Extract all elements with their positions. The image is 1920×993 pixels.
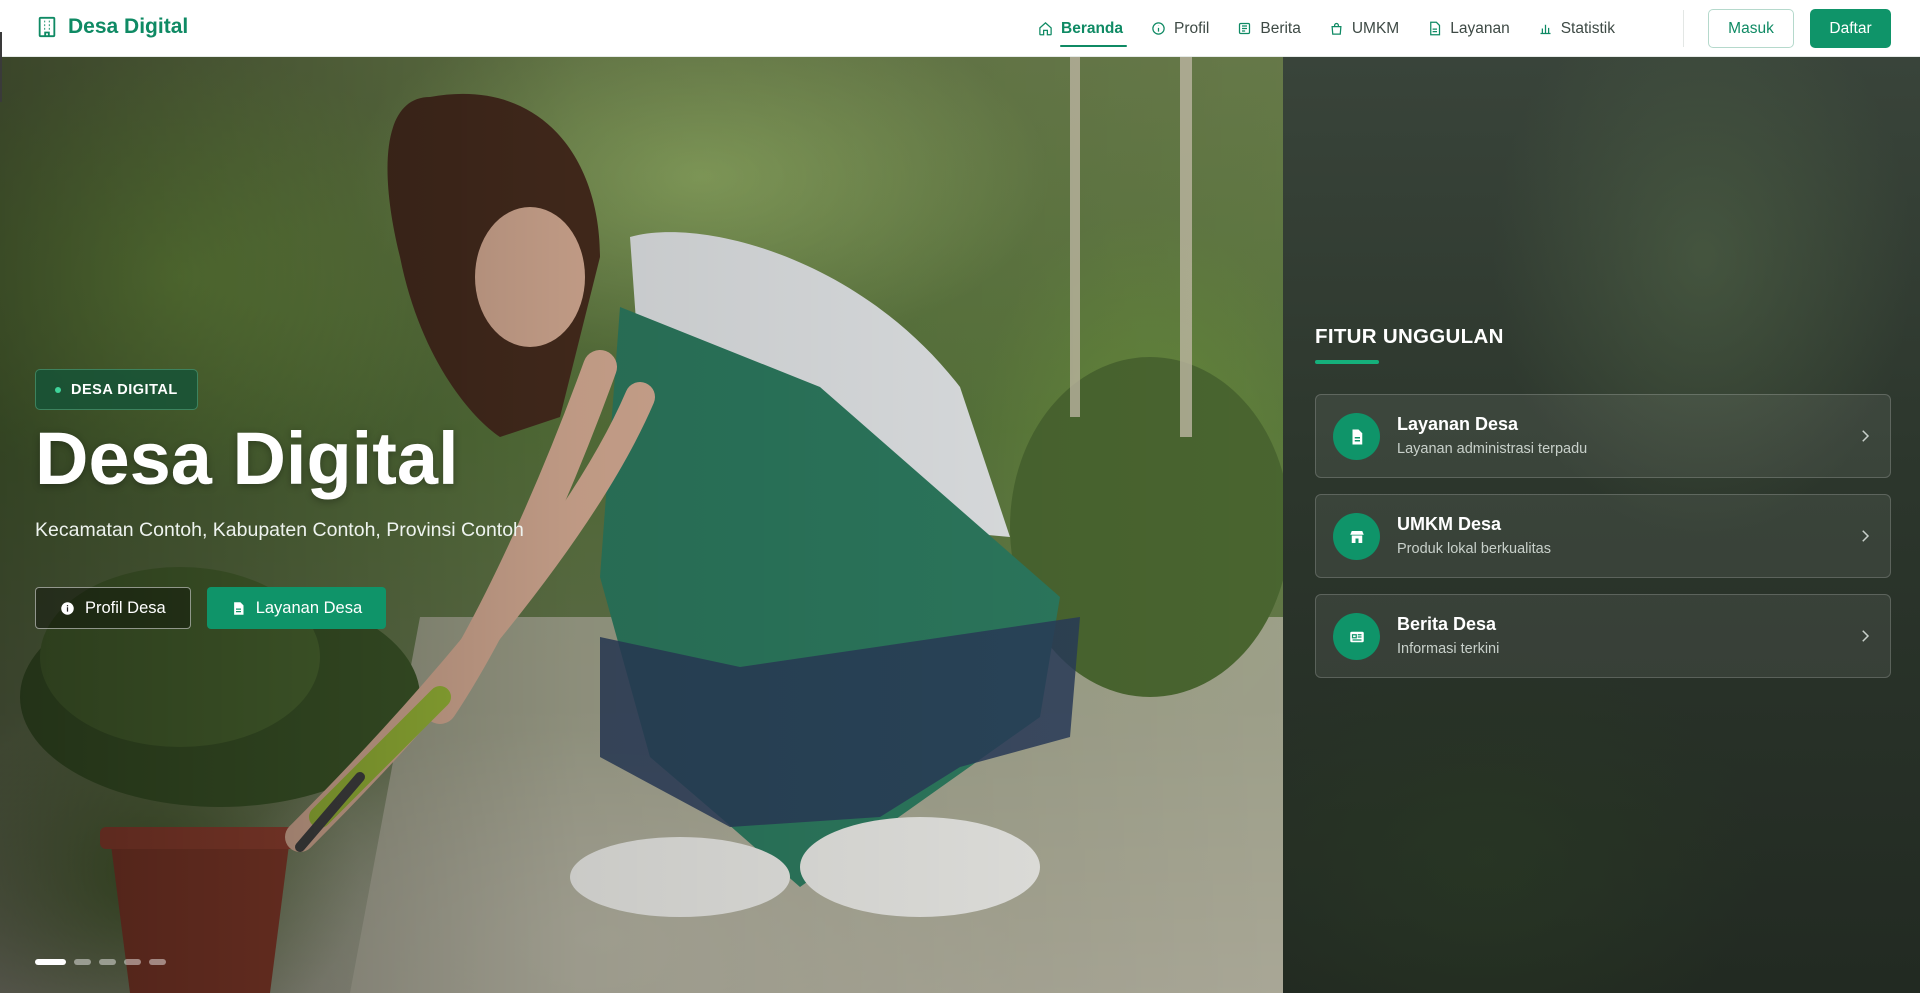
- profile-button[interactable]: Profil Desa: [35, 587, 191, 630]
- feature-description: Informasi terkini: [1397, 641, 1500, 657]
- nav-item-label: Berita: [1260, 19, 1301, 37]
- slider-dot[interactable]: [124, 959, 141, 965]
- nav-divider: [1683, 10, 1684, 47]
- nav-item-statistik[interactable]: Statistik: [1538, 0, 1615, 57]
- profile-button-label: Profil Desa: [85, 598, 166, 617]
- info-icon: [60, 601, 75, 616]
- nav-item-label: Profil: [1174, 19, 1210, 37]
- hero-badge: DESA DIGITAL: [35, 369, 198, 410]
- newspaper-icon: [1333, 613, 1380, 660]
- heading-underline: [1315, 360, 1379, 364]
- feature-title: UMKM Desa: [1397, 514, 1502, 534]
- feature-text: Berita Desa Informasi terkini: [1397, 614, 1499, 657]
- nav-item-label: Statistik: [1560, 19, 1615, 37]
- nav-item-umkm[interactable]: UMKM: [1329, 0, 1399, 57]
- slider-dot[interactable]: [149, 959, 166, 965]
- home-icon: [1038, 21, 1053, 36]
- feature-card-layanan[interactable]: Layanan Desa Layanan administrasi terpad…: [1315, 394, 1891, 478]
- brand-logo[interactable]: Desa Digital: [36, 15, 188, 39]
- brand-name: Desa Digital: [68, 15, 189, 38]
- badge-dot: [55, 386, 61, 393]
- chevron-right-icon: [1856, 627, 1874, 645]
- feature-title: Berita Desa: [1397, 614, 1497, 634]
- chevron-right-icon: [1856, 427, 1874, 445]
- nav-item-layanan[interactable]: Layanan: [1427, 0, 1510, 57]
- bar-chart-icon: [1538, 21, 1553, 36]
- chevron-right-icon: [1856, 527, 1874, 545]
- feature-card-berita[interactable]: Berita Desa Informasi terkini: [1315, 594, 1891, 678]
- nav-item-berita[interactable]: Berita: [1237, 0, 1301, 57]
- hero-title: Desa Digital: [35, 417, 459, 500]
- nav-item-label: Layanan: [1450, 19, 1510, 37]
- feature-description: Produk lokal berkualitas: [1397, 541, 1551, 557]
- register-button[interactable]: Daftar: [1810, 9, 1891, 48]
- services-button-label: Layanan Desa: [255, 598, 363, 617]
- feature-description: Layanan administrasi terpadu: [1397, 441, 1588, 457]
- hero-buttons: Profil Desa Layanan Desa: [35, 587, 735, 630]
- window-edge: [0, 32, 2, 102]
- document-icon: [1427, 21, 1442, 36]
- slider-dot[interactable]: [99, 959, 116, 965]
- nav-item-profil[interactable]: Profil: [1151, 0, 1209, 57]
- info-icon: [1151, 21, 1166, 36]
- slider-dot[interactable]: [74, 959, 91, 965]
- features-panel: FITUR UNGGULAN Layanan Desa Layanan admi…: [1315, 325, 1891, 678]
- hero-subtitle: Kecamatan Contoh, Kabupaten Contoh, Prov…: [35, 519, 524, 542]
- store-icon: [1333, 513, 1380, 560]
- nav-item-label: Beranda: [1061, 19, 1124, 37]
- feature-text: UMKM Desa Produk lokal berkualitas: [1397, 514, 1551, 557]
- badge-label: DESA DIGITAL: [71, 381, 178, 398]
- hero-content: DESA DIGITAL Desa Digital Kecamatan Cont…: [35, 369, 735, 630]
- document-icon: [1333, 413, 1380, 460]
- feature-card-umkm[interactable]: UMKM Desa Produk lokal berkualitas: [1315, 494, 1891, 578]
- main-nav: Beranda Profil Berita UMKM Layanan Stati…: [1038, 0, 1615, 57]
- feature-text: Layanan Desa Layanan administrasi terpad…: [1397, 414, 1587, 457]
- slider-dot[interactable]: [35, 959, 66, 965]
- slider-dots: [35, 959, 166, 965]
- nav-item-label: UMKM: [1351, 19, 1400, 37]
- newspaper-icon: [1237, 21, 1252, 36]
- shopping-bag-icon: [1329, 21, 1344, 36]
- building-icon: [36, 16, 58, 38]
- login-button[interactable]: Masuk: [1708, 9, 1794, 48]
- features-heading: FITUR UNGGULAN: [1315, 325, 1504, 348]
- feature-list: Layanan Desa Layanan administrasi terpad…: [1315, 394, 1891, 678]
- services-button[interactable]: Layanan Desa: [206, 587, 387, 630]
- document-icon: [231, 601, 246, 616]
- feature-title: Layanan Desa: [1397, 414, 1519, 434]
- nav-item-beranda[interactable]: Beranda: [1038, 0, 1128, 57]
- top-navbar: Desa Digital Beranda Profil Berita UMKM: [0, 0, 1920, 57]
- hero-section: DESA DIGITAL Desa Digital Kecamatan Cont…: [0, 57, 1920, 993]
